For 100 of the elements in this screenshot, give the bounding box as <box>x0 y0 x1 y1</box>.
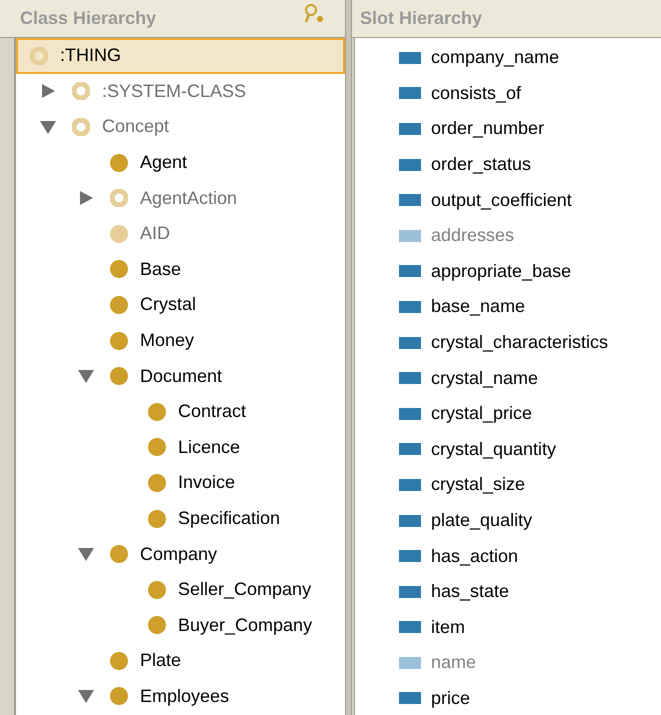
slot-icon <box>399 443 421 456</box>
slot-label: base_name <box>431 295 526 318</box>
class-tree-row[interactable]: Agent <box>16 144 345 180</box>
slot-icon <box>399 194 421 206</box>
slot-label: crystal_size <box>431 473 526 496</box>
slot-label: has_state <box>431 580 510 604</box>
slot-icon <box>399 621 421 634</box>
slot-label: price <box>431 686 470 710</box>
slot-label: name <box>431 651 476 674</box>
class-tree-row[interactable]: Crystal <box>16 287 345 323</box>
class-tree-row[interactable]: Document <box>16 358 345 394</box>
class-tree-row[interactable]: Employees <box>16 678 345 714</box>
slot-label: order_status <box>431 153 532 176</box>
class-tree-row[interactable]: Contract <box>16 394 345 430</box>
slot-icon <box>399 514 421 527</box>
class-tree-row[interactable]: Base <box>16 252 345 288</box>
slot-row[interactable]: crystal_quantity <box>355 432 661 468</box>
class-tree-row[interactable]: Buyer_Company <box>16 608 345 644</box>
expanded-triangle-icon[interactable] <box>76 688 96 704</box>
class-tree-row[interactable]: Company <box>16 536 345 572</box>
expanded-triangle-icon[interactable] <box>76 546 96 562</box>
class-tree-row[interactable]: Concept <box>16 109 345 145</box>
slot-icon <box>399 87 421 100</box>
splitter-handle[interactable] <box>345 0 352 715</box>
slot-label: crystal_quantity <box>431 438 556 461</box>
class-label: Specification <box>178 507 280 530</box>
slot-row[interactable]: company_name <box>355 40 661 76</box>
panel-title: Class Hierarchy <box>20 7 156 30</box>
slot-label: crystal_name <box>431 366 538 390</box>
slot-icon <box>399 336 421 349</box>
class-label: Buyer_Company <box>178 614 312 637</box>
slot-row[interactable]: item <box>355 610 661 646</box>
slot-row[interactable]: crystal_characteristics <box>355 324 661 360</box>
class-tree-row[interactable]: Seller_Company <box>16 572 345 608</box>
class-label: Invoice <box>178 471 236 494</box>
class-tree-row[interactable]: Plate <box>16 643 345 679</box>
class-label: Agent <box>140 151 188 174</box>
slot-label: crystal_price <box>431 402 532 426</box>
slot-label: plate_quality <box>431 509 532 532</box>
slot-row[interactable]: plate_quality <box>355 502 661 538</box>
class-label: :SYSTEM-CLASS <box>102 80 246 103</box>
class-ring-icon <box>110 189 128 208</box>
class-label: Contract <box>178 400 246 424</box>
slot-icon <box>399 52 421 64</box>
class-ring-icon <box>72 118 90 136</box>
slot-row[interactable]: crystal_name <box>355 360 661 396</box>
slot-label: consists_of <box>431 82 522 105</box>
class-tree-row[interactable]: Specification <box>16 500 345 536</box>
slot-row[interactable]: addresses <box>355 218 661 254</box>
panel-title: Slot Hierarchy <box>360 7 482 30</box>
slot-row[interactable]: base_name <box>355 289 661 325</box>
slot-icon <box>399 122 421 135</box>
slot-row[interactable]: crystal_price <box>355 396 661 432</box>
slot-row[interactable]: name <box>355 645 661 681</box>
slot-icon <box>399 656 421 669</box>
slot-label: company_name <box>431 46 560 70</box>
slot-row[interactable]: consists_of <box>355 76 661 112</box>
slot-row[interactable]: crystal_size <box>355 467 661 503</box>
slot-label: has_action <box>431 544 518 568</box>
class-label: Plate <box>140 649 182 672</box>
slot-icon <box>399 478 421 491</box>
class-tree-row[interactable]: Licence <box>16 430 345 466</box>
slot-row[interactable]: price <box>355 680 661 715</box>
class-ring-icon <box>30 46 48 65</box>
slot-row[interactable]: order_status <box>355 146 661 182</box>
class-label: Base <box>140 258 182 281</box>
class-label: Company <box>140 542 218 566</box>
slot-icon <box>399 158 421 171</box>
slot-label: order_number <box>431 117 544 140</box>
slot-icon <box>399 408 421 420</box>
slot-row[interactable]: has_state <box>355 574 661 610</box>
class-tree-row[interactable]: Money <box>16 322 345 358</box>
slot-row[interactable]: has_action <box>355 538 661 574</box>
slot-row[interactable]: output_coefficient <box>355 182 661 218</box>
slot-icon <box>399 550 421 562</box>
expanded-triangle-icon[interactable] <box>76 368 96 384</box>
slot-label: crystal_characteristics <box>431 331 608 354</box>
slot-row[interactable]: order_number <box>355 111 661 147</box>
class-label: Crystal <box>140 293 196 316</box>
class-label: AID <box>140 222 170 246</box>
class-tree-row[interactable]: :SYSTEM-CLASS <box>16 74 345 110</box>
slot-label: addresses <box>431 224 514 248</box>
slot-icon <box>399 230 421 242</box>
slot-icon <box>399 300 421 313</box>
slot-icon <box>399 372 421 384</box>
class-label: AgentAction <box>140 186 238 210</box>
class-label: Licence <box>178 436 240 459</box>
class-label: Employees <box>140 684 230 708</box>
class-label: Document <box>140 364 222 388</box>
class-tree-row[interactable]: AgentAction <box>16 180 345 216</box>
slot-icon <box>399 586 421 598</box>
slot-icon <box>399 692 421 704</box>
expanded-triangle-icon[interactable] <box>38 118 58 135</box>
slot-row[interactable]: appropriate_base <box>355 254 661 290</box>
class-tree-row[interactable]: Invoice <box>16 465 345 501</box>
class-label: Money <box>140 329 194 352</box>
class-tree-row[interactable]: AID <box>16 216 345 252</box>
slot-label: output_coefficient <box>431 188 572 212</box>
class-tree-row[interactable]: :THING <box>16 38 345 74</box>
slot-icon <box>399 265 421 278</box>
